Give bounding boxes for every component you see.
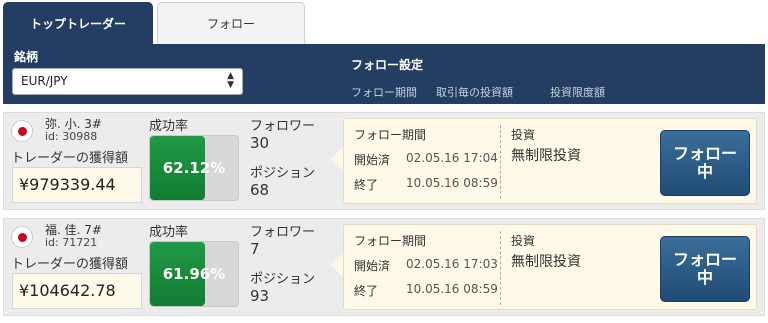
success-rate-label: 成功率: [149, 225, 189, 240]
japan-flag-icon: [11, 226, 33, 248]
start-label: 開始済: [354, 259, 391, 273]
follow-settings-title: フォロー設定: [351, 58, 424, 72]
success-rate-value: 61.96%: [162, 265, 226, 283]
follow-period-label: フォロー期間: [354, 234, 427, 248]
trader-id: id: 71721: [45, 236, 98, 249]
following-button[interactable]: フォロー中: [660, 130, 750, 196]
tab-bar: トップトレーダー フォロー: [0, 0, 768, 44]
earnings-label: トレーダーの獲得額: [11, 257, 129, 272]
investment-value: 無制限投資: [511, 254, 581, 270]
panel-pointer: [331, 147, 343, 171]
select-arrows-icon: ▲ ▼: [227, 71, 234, 90]
earnings-label: トレーダーの獲得額: [11, 151, 129, 166]
end-label: 終了: [354, 178, 379, 192]
trader-id: id: 30988: [45, 130, 98, 143]
symbol-select[interactable]: EUR/JPY ▲ ▼: [12, 68, 243, 95]
tab-top-traders[interactable]: トップトレーダー: [3, 2, 153, 44]
follow-settings-panel: フォロー期間 開始済 02.05.16 17:04 終了 10.05.16 08…: [343, 118, 757, 204]
success-rate-gauge: 62.12%: [149, 135, 239, 201]
success-rate-value: 62.12%: [162, 159, 226, 177]
start-value: 02.05.16 17:04: [406, 151, 498, 165]
followers-label: フォロワー: [250, 119, 316, 134]
success-rate-label: 成功率: [149, 119, 189, 134]
earnings-value: ¥979339.44: [12, 167, 142, 203]
investment-label: 投資: [511, 234, 536, 248]
column-investment-limit: 投資限度額: [550, 86, 605, 99]
trader-card: 福. 佳. 7# id: 71721 トレーダーの獲得額 ¥104642.78 …: [3, 218, 765, 316]
positions-count: 68: [250, 181, 270, 199]
follow-settings-panel: フォロー期間 開始済 02.05.16 17:03 終了 10.05.16 08…: [343, 224, 757, 310]
end-value: 10.05.16 08:59: [406, 282, 498, 296]
positions-count: 93: [250, 287, 270, 305]
following-button[interactable]: フォロー中: [660, 236, 750, 302]
followers-count: 7: [250, 240, 260, 258]
positions-label: ポジション: [250, 166, 316, 181]
success-rate-gauge: 61.96%: [149, 241, 239, 307]
divider: [500, 231, 501, 305]
panel-pointer: [331, 253, 343, 277]
followers-label: フォロワー: [250, 225, 316, 240]
divider: [500, 125, 501, 199]
follow-period-label: フォロー期間: [354, 128, 427, 142]
start-value: 02.05.16 17:03: [406, 257, 498, 271]
symbol-label: 銘柄: [14, 50, 39, 64]
trader-card: 弥. 小. 3# id: 30988 トレーダーの獲得額 ¥979339.44 …: [3, 112, 765, 210]
column-follow-period: フォロー期間: [351, 86, 417, 99]
japan-flag-icon: [11, 120, 33, 142]
followers-count: 30: [250, 134, 270, 152]
positions-label: ポジション: [250, 272, 316, 287]
earnings-value: ¥104642.78: [12, 273, 142, 309]
filter-header: 銘柄 EUR/JPY ▲ ▼ フォロー設定 フォロー期間 取引毎の投資額 投資限度…: [3, 44, 765, 104]
column-amount-per-trade: 取引毎の投資額: [436, 86, 513, 99]
investment-value: 無制限投資: [511, 148, 581, 164]
symbol-select-value: EUR/JPY: [21, 74, 68, 88]
start-label: 開始済: [354, 153, 391, 167]
end-label: 終了: [354, 284, 379, 298]
end-value: 10.05.16 08:59: [406, 176, 498, 190]
investment-label: 投資: [511, 128, 536, 142]
tab-follow[interactable]: フォロー: [157, 2, 305, 44]
